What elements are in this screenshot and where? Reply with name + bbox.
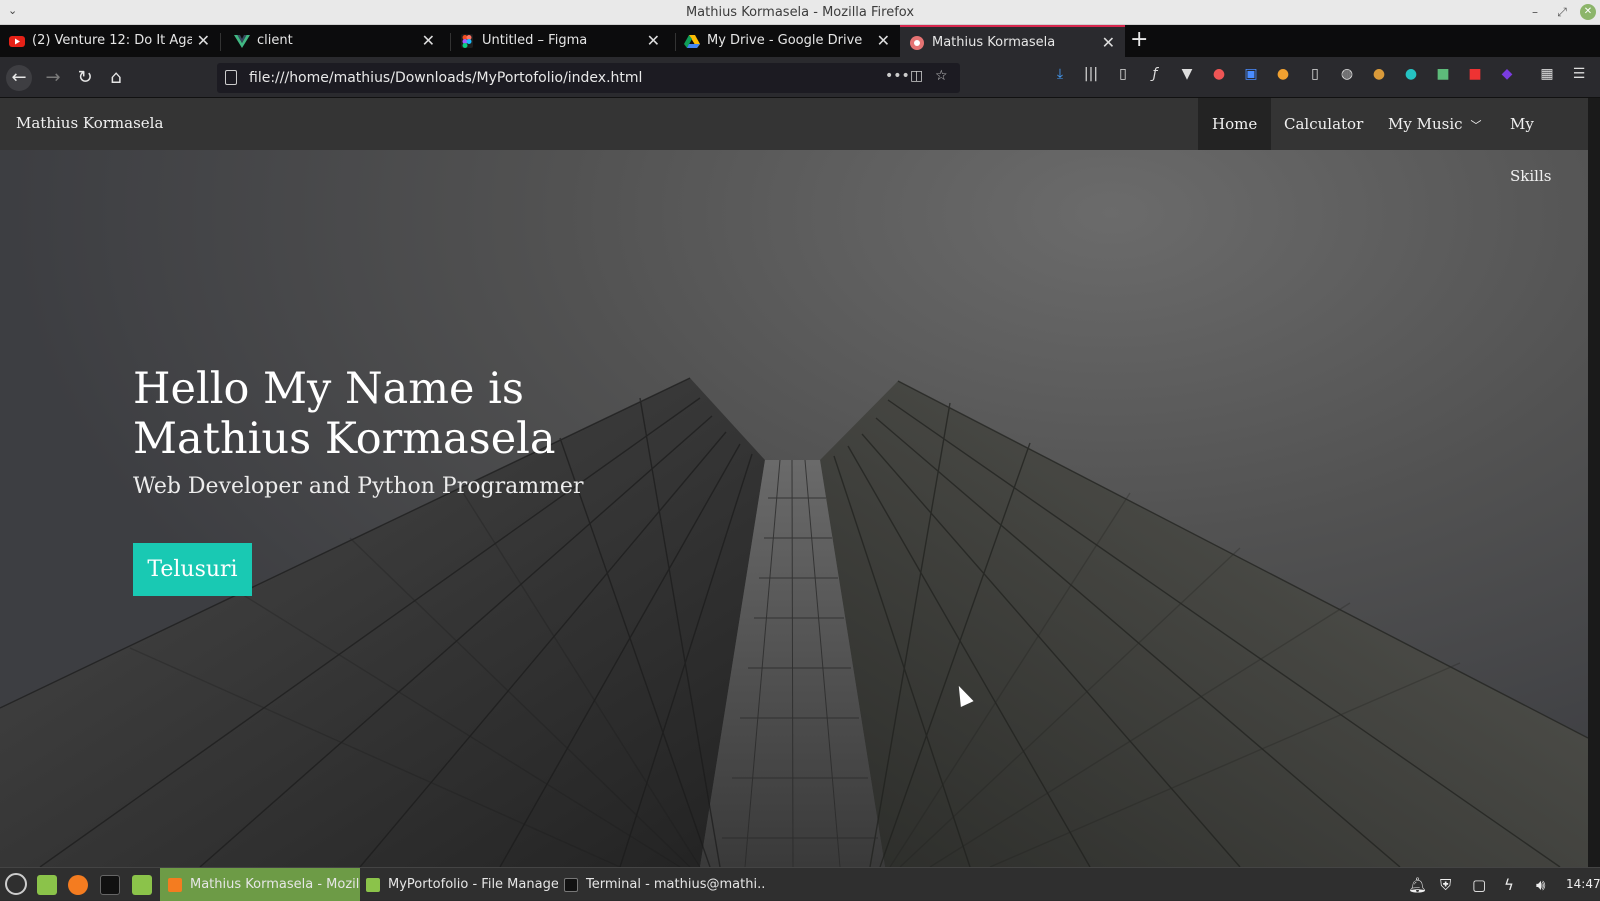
firefox-icon [168,877,182,892]
extensions-icon[interactable]: ▦ [1538,65,1556,83]
hero-subtitle: Web Developer and Python Programmer [133,474,584,499]
reload-button[interactable]: ↻ [72,65,98,91]
page-icon [225,70,237,85]
site-favicon-icon [910,36,924,50]
start-menu-icon[interactable] [5,873,27,895]
tab-close-icon[interactable]: ✕ [647,31,660,50]
tab-label: (2) Venture 12: Do It Again [32,33,192,48]
cookie-icon[interactable]: ● [1370,65,1388,83]
clock[interactable]: 14:47 [1566,877,1600,891]
downloads-icon[interactable]: ⤓ [1051,65,1069,83]
globe-icon[interactable]: ◍ [1338,65,1356,83]
tab-close-icon[interactable]: ✕ [197,31,210,50]
nav-home[interactable]: Home [1198,98,1272,150]
shield-icon[interactable]: ⛨ [1440,876,1451,894]
new-tab-button[interactable]: + [1130,27,1148,52]
show-desktop-icon[interactable] [37,875,57,895]
taskbar-item-label: Terminal - mathius@mathi... [586,877,766,892]
window-titlebar: ⌄ Mathius Kormasela - Mozilla Firefox – … [0,0,1600,25]
color-picker-icon[interactable]: ● [1210,65,1228,83]
terminal-icon [564,877,578,892]
files-launcher-icon[interactable] [132,875,152,895]
hamburger-menu-icon[interactable]: ☰ [1570,65,1588,83]
hero-title-line2: Mathius Kormasela [133,414,556,464]
folder-icon [366,877,380,892]
tab-client[interactable]: client ✕ [225,25,445,57]
extension-purple-icon[interactable]: ◆ [1498,65,1516,83]
mobile-view-icon[interactable]: ▯ [1306,65,1324,83]
window-title: Mathius Kormasela - Mozilla Firefox [685,5,915,20]
tab-label: client [257,33,293,48]
tab-label: My Drive - Google Drive [707,33,863,48]
extension-c-icon[interactable]: ● [1274,65,1292,83]
bookmark-star-icon[interactable]: ☆ [935,68,948,84]
translate-icon[interactable]: ▣ [1242,65,1260,83]
tab-bar: (2) Venture 12: Do It Again ✕ client ✕ U… [0,25,1600,57]
tab-separator [220,33,221,51]
youtube-icon [9,36,25,47]
google-drive-icon [684,35,700,48]
minimize-icon[interactable]: – [1527,4,1543,20]
vue-icon [234,35,250,48]
tab-close-icon[interactable]: ✕ [422,31,435,50]
tab-close-icon[interactable]: ✕ [877,31,890,50]
tab-label: Untitled – Figma [482,33,588,48]
page-scrollbar[interactable] [1588,98,1600,867]
tab-google-drive[interactable]: My Drive - Google Drive ✕ [675,25,900,57]
url-text[interactable]: file:///home/mathius/Downloads/MyPortofo… [249,70,642,86]
pocket-icon[interactable]: ◫ [910,68,923,84]
extension-red-icon[interactable]: ■ [1466,65,1484,83]
network-icon[interactable]: ▢ [1472,876,1486,894]
os-taskbar: Mathius Kormasela - Mozil... MyPortofoli… [0,867,1600,901]
page-actions-icon[interactable]: ••• [885,68,910,84]
volume-icon[interactable]: 🔊︎ [1536,876,1545,894]
taskbar-item-file-manager[interactable]: MyPortofolio - File Manager [358,868,558,901]
taskbar-item-terminal[interactable]: Terminal - mathius@mathi... [556,868,766,901]
hero-title-line1: Hello My Name is [133,364,524,414]
home-button[interactable]: ⌂ [103,65,129,91]
font-extension-icon[interactable]: ƒ [1146,65,1164,83]
terminal-launcher-icon[interactable] [100,875,120,895]
sidebar-icon[interactable]: ▯ [1114,65,1132,83]
nav-my-music-label: My Music [1388,115,1463,133]
site-navbar: Mathius Kormasela Home Calculator My Mus… [0,98,1588,185]
taskbar-item-firefox[interactable]: Mathius Kormasela - Mozil... [160,868,360,901]
firefox-launcher-icon[interactable] [68,875,88,895]
site-brand[interactable]: Mathius Kormasela [16,114,163,132]
notifications-icon[interactable]: 🔔︎ [1408,876,1427,894]
figma-icon [461,34,473,48]
url-bar[interactable]: file:///home/mathius/Downloads/MyPortofo… [217,63,960,93]
extension-m-icon[interactable]: ● [1402,65,1420,83]
forward-button[interactable]: → [40,65,66,91]
taskbar-item-label: MyPortofolio - File Manager [388,877,558,892]
chevron-down-icon: ﹀ [1470,119,1482,132]
library-icon[interactable]: ||| [1082,65,1100,83]
tab-label: Mathius Kormasela [932,35,1056,50]
tab-mathius-kormasela[interactable]: Mathius Kormasela ✕ [900,25,1125,57]
close-window-icon[interactable]: ✕ [1580,4,1596,20]
tab-close-icon[interactable]: ✕ [1102,33,1115,52]
nav-my-skills[interactable]: My Skills [1496,98,1588,185]
browser-toolbar: ← → ↻ ⌂ file:///home/mathius/Downloads/M… [0,57,1600,98]
tab-figma[interactable]: Untitled – Figma ✕ [450,25,670,57]
nav-my-music[interactable]: My Music ﹀ [1374,98,1496,150]
telusuri-button[interactable]: Telusuri [133,543,252,596]
back-button[interactable]: ← [6,65,32,91]
hero-title: Hello My Name is Mathius Kormasela [133,364,733,464]
nav-calculator[interactable]: Calculator [1270,98,1377,150]
maximize-icon[interactable]: ⤢ [1554,4,1570,20]
taskbar-item-label: Mathius Kormasela - Mozil... [190,877,360,892]
extension-sheet-icon[interactable]: ■ [1434,65,1452,83]
tab-youtube[interactable]: (2) Venture 12: Do It Again ✕ [0,25,220,57]
page-viewport: Mathius Kormasela Home Calculator My Mus… [0,98,1588,867]
power-icon[interactable]: ϟ [1504,876,1514,894]
vue-devtools-icon[interactable]: ▼ [1178,65,1196,83]
